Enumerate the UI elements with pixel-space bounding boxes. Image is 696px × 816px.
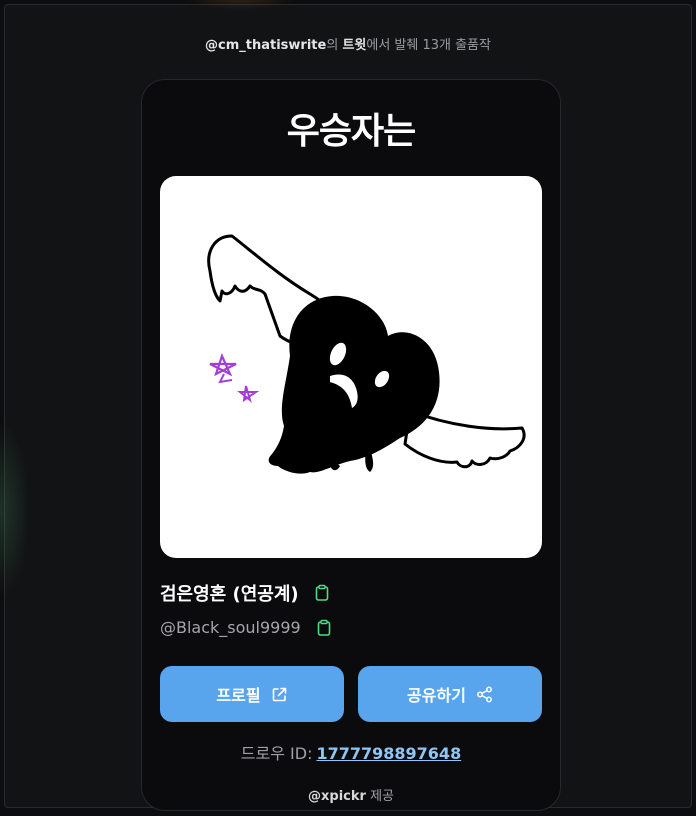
winner-name: 검은영혼 (연공계) (160, 584, 299, 605)
source-line: @cm_thatiswrite의 트윗에서 발췌 13개 출품작 (0, 34, 696, 53)
draw-id-label: 드로우 ID: (240, 744, 313, 763)
profile-button[interactable]: 프로필 (160, 666, 344, 722)
clipboard-icon[interactable] (313, 584, 331, 602)
background-glow (0, 420, 30, 600)
draw-id-link[interactable]: 1777798897648 (316, 744, 461, 763)
page-title: 우승자는 (286, 111, 416, 152)
share-icon (476, 686, 493, 703)
winner-card: 우승자는 검은영혼 (연공계) @Black_soul9999 프로필 공유하기… (141, 79, 561, 811)
draw-id: 드로우 ID: 1777798897648 (142, 740, 560, 764)
share-button[interactable]: 공유하기 (358, 666, 542, 722)
source-platform[interactable]: 트윗 (342, 38, 366, 53)
winner-image (160, 176, 542, 558)
winner-handle: @Black_soul9999 (160, 618, 301, 637)
background-glow-top (180, 0, 300, 10)
clipboard-icon[interactable] (315, 619, 333, 637)
profile-button-label: 프로필 (216, 686, 261, 705)
external-link-icon (271, 686, 288, 703)
winner-drawing (207, 234, 526, 474)
credit-suffix: 제공 (370, 789, 394, 804)
source-suffix: 에서 발췌 13개 출품작 (366, 38, 491, 53)
source-user[interactable]: @cm_thatiswrite (205, 38, 326, 53)
source-particle: 의 (326, 38, 339, 53)
winner-name-row: 검은영혼 (연공계) (160, 580, 331, 606)
credit-line: @xpickr 제공 (142, 785, 560, 804)
credit-user[interactable]: @xpickr (308, 789, 366, 804)
winner-handle-row: @Black_soul9999 (160, 618, 333, 637)
share-button-label: 공유하기 (407, 686, 466, 705)
